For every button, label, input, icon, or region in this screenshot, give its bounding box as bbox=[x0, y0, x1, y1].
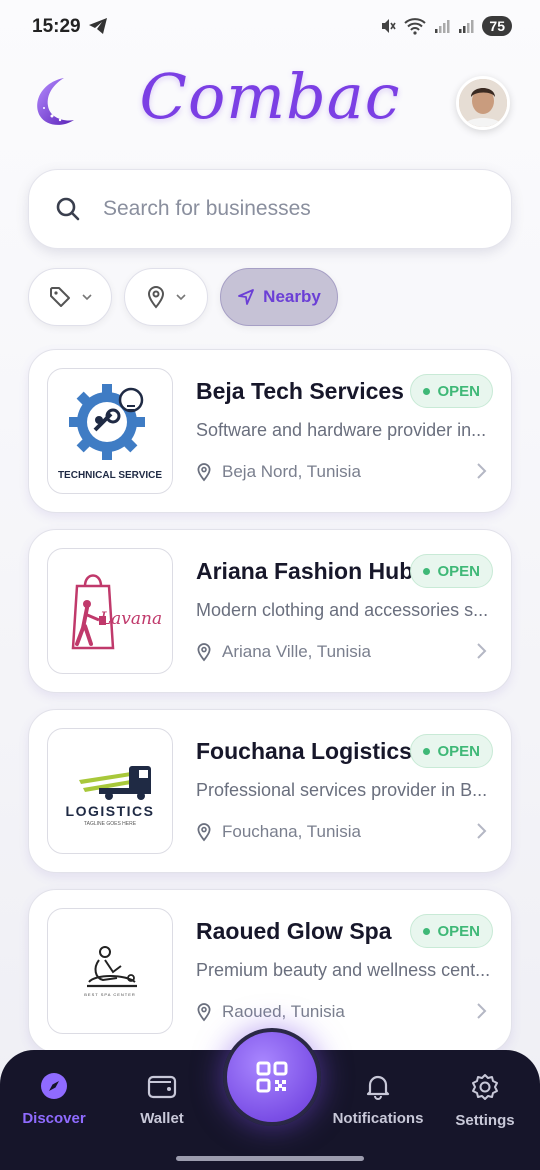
status-dot bbox=[423, 747, 431, 755]
logo-subtext: TAGLINE GOES HERE bbox=[84, 821, 137, 827]
business-location: Beja Nord, Tunisia bbox=[196, 462, 361, 482]
location-pin-icon bbox=[147, 286, 165, 309]
fashion-shopping-logo-icon: Lavana bbox=[71, 574, 162, 650]
status-badge: OPEN bbox=[410, 914, 493, 948]
chevron-down-icon bbox=[176, 294, 186, 301]
business-description: Software and hardware provider in... bbox=[196, 420, 487, 440]
business-description: Professional services provider in B... bbox=[196, 780, 488, 800]
search-icon bbox=[56, 197, 80, 221]
search-bar[interactable] bbox=[28, 169, 512, 249]
business-logo: LOGISTICS TAGLINE GOES HERE bbox=[47, 728, 173, 854]
nav-settings[interactable]: Settings bbox=[452, 1072, 518, 1129]
business-name: Beja Tech Services bbox=[196, 378, 404, 404]
chevron-right-icon bbox=[477, 643, 487, 659]
nav-label: Wallet bbox=[140, 1110, 184, 1127]
business-logo: Lavana bbox=[47, 548, 173, 674]
business-card[interactable]: TECHNICAL SERVICE Beja Tech Services OPE… bbox=[28, 349, 512, 513]
business-logo: BEST SPA CENTER bbox=[47, 908, 173, 1034]
category-filter-dropdown[interactable] bbox=[28, 268, 112, 326]
mute-icon bbox=[382, 19, 397, 33]
business-location: Raoued, Tunisia bbox=[196, 1002, 345, 1022]
tag-icon bbox=[50, 287, 70, 307]
location-filter-dropdown[interactable] bbox=[124, 268, 208, 326]
navigation-arrow-icon bbox=[238, 289, 255, 305]
location-text: Raoued, Tunisia bbox=[222, 1002, 345, 1021]
status-time: 15:29 bbox=[32, 16, 81, 37]
wifi-icon bbox=[404, 18, 427, 35]
business-description: Premium beauty and wellness cent... bbox=[196, 960, 491, 980]
nav-label: Discover bbox=[22, 1110, 86, 1127]
status-icons: 75 bbox=[380, 16, 512, 36]
status-text: OPEN bbox=[437, 742, 480, 760]
logo-text: BEST SPA CENTER bbox=[84, 992, 136, 997]
nearby-filter-button[interactable]: Nearby bbox=[220, 268, 338, 326]
gear-tools-logo-icon: TECHNICAL SERVICE bbox=[58, 384, 162, 481]
status-badge: OPEN bbox=[410, 374, 493, 408]
nav-wallet[interactable]: Wallet bbox=[130, 1072, 194, 1127]
status-dot bbox=[423, 567, 431, 575]
chevron-down-icon bbox=[82, 294, 92, 301]
signal-icon-2 bbox=[459, 20, 474, 33]
compass-icon bbox=[41, 1073, 67, 1099]
logo-text: TECHNICAL SERVICE bbox=[58, 470, 162, 481]
location-pin-icon bbox=[197, 1003, 211, 1022]
status-text: OPEN bbox=[437, 562, 480, 580]
location-text: Ariana Ville, Tunisia bbox=[222, 642, 371, 661]
business-description: Modern clothing and accessories s... bbox=[196, 600, 489, 620]
profile-photo-icon bbox=[459, 79, 507, 127]
location-text: Beja Nord, Tunisia bbox=[222, 462, 361, 481]
qr-code-icon bbox=[256, 1061, 288, 1093]
home-indicator[interactable] bbox=[176, 1156, 364, 1161]
logo-text: LOGISTICS bbox=[66, 803, 155, 819]
location-pin-icon bbox=[197, 643, 211, 662]
business-card[interactable]: LOGISTICS TAGLINE GOES HERE Fouchana Log… bbox=[28, 709, 512, 873]
nav-label: Settings bbox=[455, 1112, 515, 1129]
location-pin-icon bbox=[197, 823, 211, 842]
nav-discover[interactable]: Discover bbox=[22, 1072, 86, 1127]
signal-icon bbox=[435, 20, 450, 33]
logo-text: Lavana bbox=[99, 609, 162, 629]
location-text: Fouchana, Tunisia bbox=[222, 822, 361, 841]
status-dot bbox=[423, 387, 431, 395]
nav-label: Notifications bbox=[332, 1110, 424, 1127]
business-card[interactable]: Lavana Ariana Fashion Hub OPEN Modern cl… bbox=[28, 529, 512, 693]
business-location: Fouchana, Tunisia bbox=[196, 822, 361, 842]
telegram-icon bbox=[89, 18, 107, 34]
truck-logo-icon: LOGISTICS TAGLINE GOES HERE bbox=[66, 766, 155, 827]
nav-notifications[interactable]: Notifications bbox=[330, 1072, 426, 1127]
avatar[interactable] bbox=[456, 76, 510, 130]
status-badge: OPEN bbox=[410, 734, 493, 768]
gear-icon bbox=[472, 1074, 498, 1100]
bell-icon bbox=[366, 1075, 390, 1100]
business-name: Fouchana Logistics bbox=[196, 738, 412, 764]
business-name: Raoued Glow Spa bbox=[196, 918, 392, 944]
chevron-right-icon bbox=[477, 1003, 487, 1019]
business-name: Ariana Fashion Hub bbox=[196, 558, 414, 584]
business-logo: TECHNICAL SERVICE bbox=[47, 368, 173, 494]
status-text: OPEN bbox=[437, 382, 480, 400]
chevron-right-icon bbox=[477, 823, 487, 839]
wallet-icon bbox=[147, 1075, 177, 1099]
status-text: OPEN bbox=[437, 922, 480, 940]
business-location: Ariana Ville, Tunisia bbox=[196, 642, 371, 662]
battery-indicator: 75 bbox=[482, 16, 512, 36]
spa-massage-logo-icon: BEST SPA CENTER bbox=[84, 946, 137, 997]
chevron-right-icon bbox=[477, 463, 487, 479]
status-dot bbox=[423, 927, 431, 935]
nearby-label: Nearby bbox=[263, 287, 321, 306]
status-badge: OPEN bbox=[410, 554, 493, 588]
status-bar: 15:29 75 bbox=[0, 0, 540, 56]
qr-scan-button[interactable] bbox=[223, 1028, 321, 1126]
search-input[interactable] bbox=[103, 197, 463, 221]
location-pin-icon bbox=[197, 463, 211, 482]
